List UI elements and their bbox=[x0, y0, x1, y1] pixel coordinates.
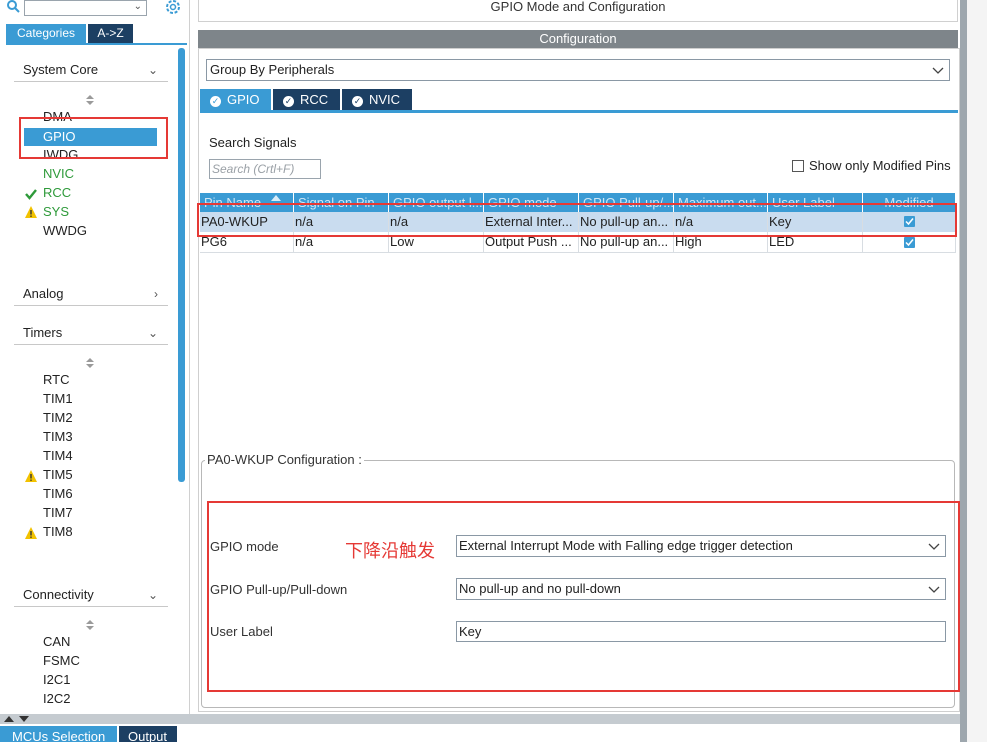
sort-icon[interactable] bbox=[85, 357, 95, 369]
sidebar-item-tim5[interactable]: TIM5 bbox=[43, 466, 73, 484]
search-signals-label: Search Signals bbox=[209, 135, 297, 150]
category-analog[interactable]: Analog › bbox=[14, 282, 168, 306]
sidebar-item-rtc[interactable]: RTC bbox=[43, 371, 69, 389]
sort-ascending-icon bbox=[271, 195, 281, 201]
category-label: Analog bbox=[23, 286, 64, 301]
left-search-input[interactable]: ⌄ bbox=[24, 0, 147, 16]
sidebar-item-i2c1[interactable]: I2C1 bbox=[43, 671, 70, 689]
category-connectivity[interactable]: Connectivity ⌄ bbox=[14, 583, 168, 607]
sidebar-item-sys[interactable]: SYS bbox=[43, 203, 69, 221]
sidebar-item-rcc[interactable]: RCC bbox=[43, 184, 71, 202]
show-modified-label: Show only Modified Pins bbox=[809, 158, 951, 173]
warning-icon bbox=[25, 206, 37, 218]
sort-icon[interactable] bbox=[85, 94, 95, 106]
check-circle-icon: ✓ bbox=[210, 96, 221, 107]
tab-underline bbox=[200, 110, 958, 113]
sidebar-item-tim8[interactable]: TIM8 bbox=[43, 523, 73, 541]
annotation-box-gpio bbox=[19, 117, 168, 159]
right-panel-strip bbox=[960, 0, 987, 742]
bottom-divider[interactable] bbox=[0, 714, 960, 724]
search-signals-input[interactable]: Search (Crtl+F) bbox=[209, 159, 321, 179]
chevron-right-icon: › bbox=[154, 287, 158, 301]
annotation-box-row bbox=[197, 203, 957, 237]
left-scrollbar[interactable] bbox=[178, 48, 185, 482]
sidebar-item-tim4[interactable]: TIM4 bbox=[43, 447, 73, 465]
tab-categories[interactable]: Categories bbox=[6, 24, 86, 43]
tab-label: RCC bbox=[300, 92, 329, 107]
search-icon[interactable] bbox=[6, 0, 22, 14]
sidebar-item-wwdg[interactable]: WWDG bbox=[43, 222, 87, 240]
sidebar-item-tim6[interactable]: TIM6 bbox=[43, 485, 73, 503]
category-system-core[interactable]: System Core ⌄ bbox=[14, 58, 168, 82]
group-by-select[interactable]: Group By Peripherals bbox=[206, 59, 950, 81]
gear-icon[interactable] bbox=[164, 0, 182, 16]
configuration-header: Configuration bbox=[198, 30, 958, 48]
category-label: Connectivity bbox=[23, 587, 94, 602]
chevron-down-icon[interactable]: ⌄ bbox=[134, 1, 142, 12]
checkmark-icon bbox=[25, 189, 37, 200]
tab-output[interactable]: Output bbox=[119, 726, 177, 742]
check-circle-icon: ✓ bbox=[352, 96, 363, 107]
sidebar-item-fsmc[interactable]: FSMC bbox=[43, 652, 80, 670]
collapse-arrows-icon[interactable] bbox=[3, 714, 33, 724]
warning-icon bbox=[25, 527, 37, 539]
pin-configuration-title: PA0-WKUP Configuration : bbox=[205, 452, 364, 467]
sidebar-item-tim7[interactable]: TIM7 bbox=[43, 504, 73, 522]
tab-nvic[interactable]: ✓ NVIC bbox=[342, 89, 412, 111]
group-by-value: Group By Peripherals bbox=[210, 62, 335, 77]
sort-icon[interactable] bbox=[85, 619, 95, 631]
category-label: System Core bbox=[23, 62, 99, 77]
category-label: Timers bbox=[23, 325, 63, 340]
chevron-down-icon: ⌄ bbox=[147, 326, 158, 340]
category-timers[interactable]: Timers ⌄ bbox=[14, 321, 168, 345]
sidebar-item-i2c2[interactable]: I2C2 bbox=[43, 690, 70, 708]
annotation-box-config bbox=[207, 501, 960, 692]
sidebar-item-tim3[interactable]: TIM3 bbox=[43, 428, 73, 446]
page-title: GPIO Mode and Configuration bbox=[198, 0, 958, 22]
sidebar-item-tim1[interactable]: TIM1 bbox=[43, 390, 73, 408]
chevron-down-icon: ⌄ bbox=[147, 63, 158, 77]
tab-mcus-selection[interactable]: MCUs Selection bbox=[0, 726, 117, 742]
warning-icon bbox=[25, 470, 37, 482]
check-circle-icon: ✓ bbox=[283, 96, 294, 107]
tab-a-z[interactable]: A->Z bbox=[88, 24, 133, 43]
sidebar-item-tim2[interactable]: TIM2 bbox=[43, 409, 73, 427]
tab-label: NVIC bbox=[369, 92, 401, 107]
tab-label: GPIO bbox=[227, 92, 260, 107]
sidebar-item-can[interactable]: CAN bbox=[43, 633, 70, 651]
show-modified-checkbox[interactable] bbox=[792, 160, 804, 172]
tab-underline bbox=[6, 43, 187, 45]
tab-rcc[interactable]: ✓ RCC bbox=[273, 89, 340, 111]
sidebar-item-nvic[interactable]: NVIC bbox=[43, 165, 74, 183]
modified-checkbox[interactable] bbox=[904, 237, 915, 248]
tab-gpio[interactable]: ✓ GPIO bbox=[200, 89, 271, 111]
chevron-down-icon: ⌄ bbox=[147, 588, 158, 602]
chevron-down-icon bbox=[932, 67, 944, 74]
